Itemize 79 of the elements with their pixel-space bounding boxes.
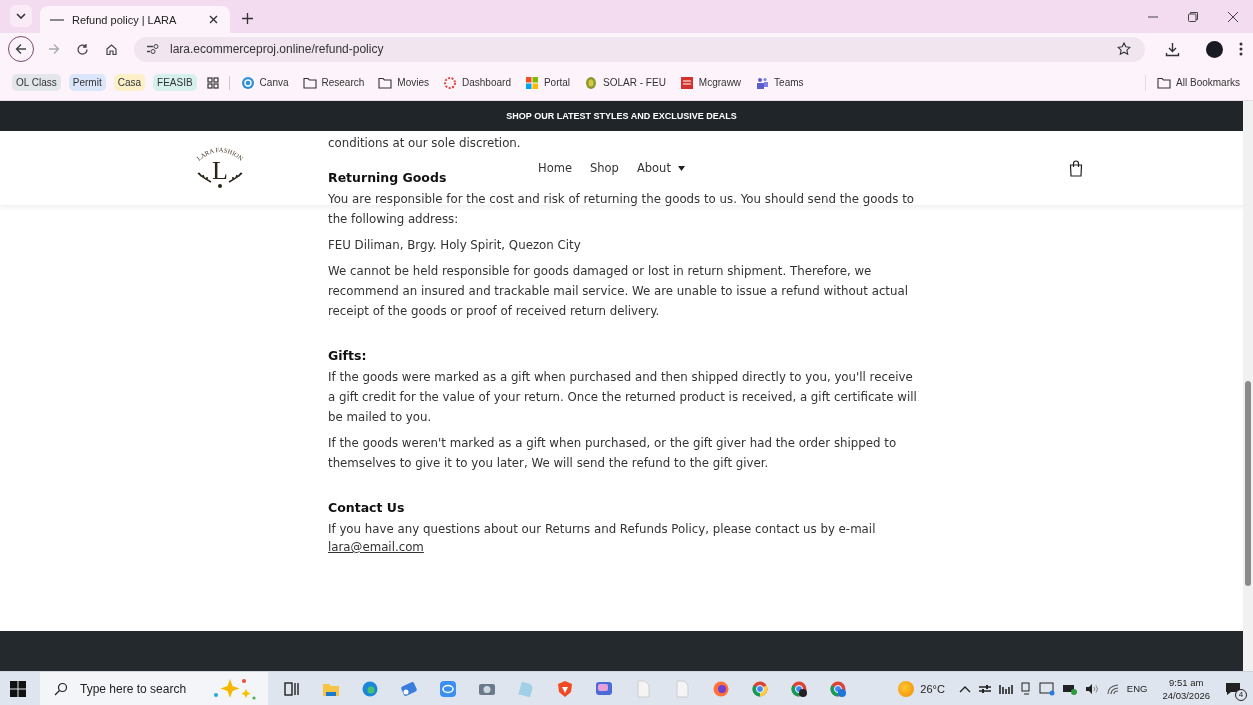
language-indicator[interactable]: ENG: [1126, 683, 1148, 694]
all-bookmarks-button[interactable]: All Bookmarks: [1154, 76, 1243, 89]
browser-tab[interactable]: Refund policy | LARA: [40, 6, 230, 33]
browser-icon[interactable]: [361, 679, 379, 698]
site-favicon-icon: [524, 75, 539, 90]
wifi-icon[interactable]: [1105, 682, 1120, 695]
reload-icon[interactable]: [76, 42, 89, 56]
paragraph: If the goods weren't marked as a gift when purchased, or the gift giver had the order shipped to themselves to give it to you later, We will send the refund to the gift giver.: [328, 435, 898, 472]
nav-link[interactable]: Home: [538, 161, 572, 175]
bookmark-folder[interactable]: Research: [299, 76, 368, 89]
site-favicon-icon: [240, 75, 255, 90]
site-favicon-icon: [679, 75, 694, 90]
star-icon[interactable]: [1117, 42, 1131, 56]
address-bar[interactable]: lara.ecommerceproj.online/refund-policy: [134, 36, 1145, 62]
menu-icon[interactable]: [1239, 42, 1243, 56]
folder-icon: [1157, 76, 1172, 89]
ring-browser-icon[interactable]: [790, 679, 808, 698]
site-favicon-icon: [443, 75, 457, 90]
profile-avatar[interactable]: [1206, 40, 1223, 58]
paragraph: FEU Diliman, Brgy. Holy Spirit, Quezon City: [328, 237, 582, 254]
nav-link[interactable]: About: [636, 161, 685, 175]
tab-group-chip[interactable]: OL Class: [12, 74, 61, 91]
close-tab-icon[interactable]: [207, 13, 220, 26]
back-arrow-icon: [15, 43, 27, 55]
email-link[interactable]: lara@email.com: [328, 540, 424, 554]
equalizer-icon[interactable]: [998, 682, 1013, 695]
site-favicon-icon: [755, 75, 770, 90]
tab-group-chip[interactable]: FEASIB: [153, 74, 197, 91]
shield-icon[interactable]: [556, 679, 574, 698]
folder-icon: [302, 76, 317, 89]
weather-temperature[interactable]: 26°C: [920, 682, 945, 695]
bookmark-link[interactable]: Mcgraww: [676, 75, 745, 90]
paragraph: conditions at our sole discretion.: [328, 135, 522, 152]
notifications-button[interactable]: 4: [1225, 678, 1245, 699]
clock[interactable]: 9:51 am 24/03/2026: [1162, 675, 1210, 702]
bookmark-link[interactable]: SOLAR - FEU: [581, 75, 669, 90]
paragraph: You are responsible for the cost and risk of returning the goods to us. You should send the goods to the following address:: [328, 191, 915, 228]
bookmark-link[interactable]: Canva: [237, 75, 292, 90]
download-icon[interactable]: [1165, 41, 1180, 57]
chevron-up-icon[interactable]: [958, 684, 971, 693]
section-heading: Contact Us: [328, 499, 406, 517]
chevron-down-icon: [16, 13, 26, 19]
home-icon[interactable]: [105, 42, 118, 56]
promo-banner: SHOP OUR LATEST STYLES AND EXCLUSIVE DEALS: [0, 101, 1243, 131]
search-icon: [54, 681, 68, 696]
restore-icon[interactable]: [1187, 11, 1199, 23]
nav-link[interactable]: Shop: [589, 161, 619, 175]
shopping-bag-icon[interactable]: [1068, 159, 1083, 177]
site-settings-icon[interactable]: [146, 43, 160, 55]
apps-grid-icon[interactable]: [204, 74, 221, 91]
bookmark-link[interactable]: Dashboard: [440, 75, 514, 90]
search-field[interactable]: Type here to search: [40, 672, 268, 705]
section-heading: Returning Goods: [328, 169, 448, 187]
task-view-icon[interactable]: [283, 679, 301, 698]
paragraph: We cannot be held responsible for goods damaged or lost in return shipment. Therefore, we recommend an insured and trackable mail service. We are unable to issue a refund without actual receipt of the goods or proof of received return delivery.: [328, 263, 909, 320]
bookmark-link[interactable]: Teams: [752, 75, 807, 90]
paragraph: If the goods were marked as a gift when purchased and then shipped directly to you, you'll receive a gift credit for the value of your return. Once the returned product is received, a gift certificate will be mailed to you.: [328, 369, 918, 426]
tab-group-chip[interactable]: Permit: [68, 74, 106, 91]
fox-browser-icon[interactable]: [712, 679, 730, 698]
chat-icon[interactable]: [439, 679, 457, 698]
paragraph: If you have any questions about our Returns and Refunds Policy, please contact us by e-mail: [328, 521, 877, 538]
new-tab-icon[interactable]: [242, 13, 253, 24]
url-text: lara.ecommerceproj.online/refund-policy: [170, 42, 384, 56]
scrollbar[interactable]: [1243, 101, 1253, 671]
bookmark-folder[interactable]: Movies: [375, 76, 432, 89]
speaker-icon[interactable]: [1084, 682, 1099, 695]
sliders-icon[interactable]: [977, 682, 992, 695]
tab-group-chip[interactable]: Casa: [113, 74, 146, 91]
close-icon[interactable]: [1227, 11, 1239, 23]
section-heading: Gifts:: [328, 347, 368, 365]
search-input[interactable]: Type here to search: [78, 680, 198, 697]
bookmark-link[interactable]: Portal: [521, 75, 574, 90]
display-icon[interactable]: [1038, 681, 1055, 696]
site-favicon-icon: [584, 75, 599, 90]
tab-search-button[interactable]: [10, 5, 32, 27]
tab-title: Refund policy | LARA: [72, 13, 178, 26]
app-icon[interactable]: [595, 679, 613, 698]
folder-icon: [378, 76, 393, 89]
start-icon[interactable]: [10, 680, 26, 697]
